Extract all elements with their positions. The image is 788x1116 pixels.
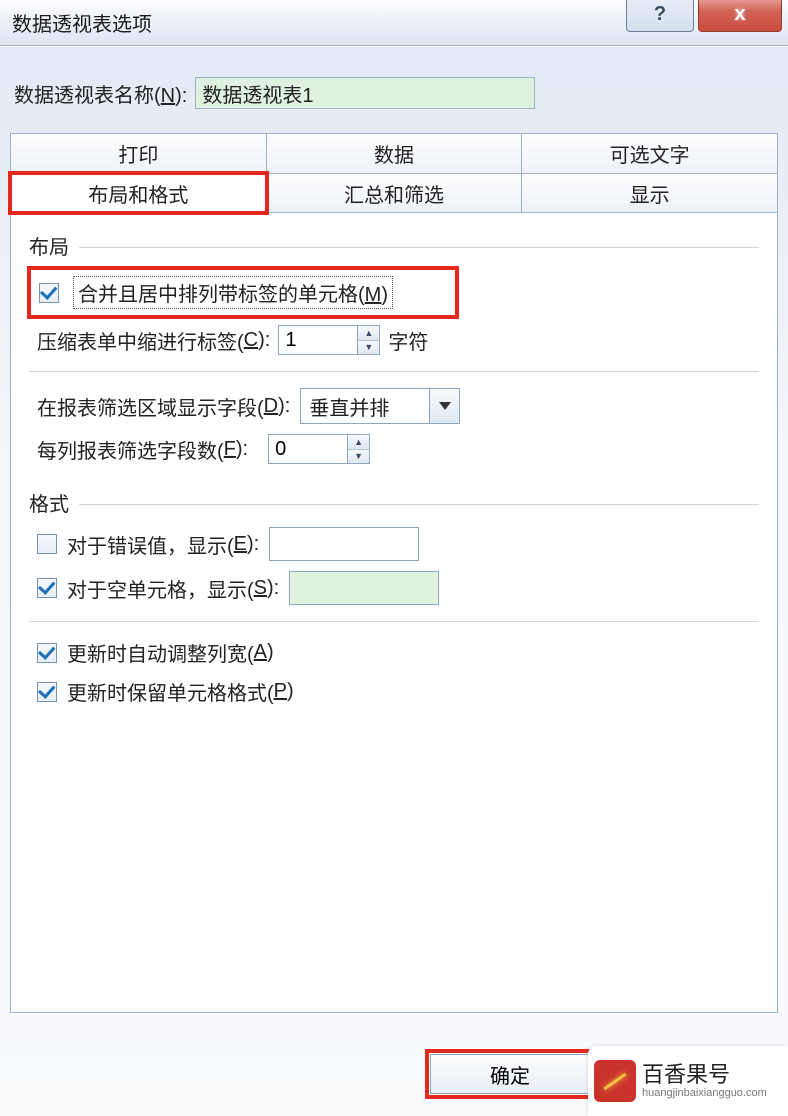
fields-per-col-spin-up[interactable]: ▲ [348, 435, 369, 450]
watermark-icon [594, 1060, 636, 1102]
tab-layout-format[interactable]: 布局和格式 [10, 173, 267, 213]
indent-spin-down[interactable]: ▼ [358, 341, 379, 355]
autofit-label: 更新时自动调整列宽(A) [67, 638, 274, 667]
chevron-down-icon[interactable] [430, 388, 460, 424]
close-icon: x [734, 3, 745, 26]
watermark-url: huangjinbaixiangguo.com [642, 1087, 767, 1099]
error-show-label: 对于错误值，显示(E): [67, 530, 259, 559]
preserve-fmt-label: 更新时保留单元格格式(P) [67, 677, 294, 706]
ok-button[interactable]: 确定 [430, 1054, 590, 1094]
fields-display-value: 垂直并排 [300, 388, 430, 424]
indent-input[interactable] [278, 325, 358, 355]
error-show-checkbox[interactable] [37, 534, 57, 554]
group-layout-label: 布局 [29, 231, 759, 260]
preserve-fmt-checkbox[interactable] [37, 682, 57, 702]
tab-data[interactable]: 数据 [266, 133, 523, 173]
indent-row: 压缩表单中缩进行标签(C): ▲ ▼ 字符 [37, 325, 759, 355]
indent-label: 压缩表单中缩进行标签(C): [37, 326, 270, 355]
tabs-row-2: 布局和格式 汇总和筛选 显示 [10, 173, 778, 213]
tab-panel-layout-format: 布局 合并且居中排列带标签的单元格(M) 压缩表单中缩进行标签(C): ▲ [10, 213, 778, 1013]
fields-display-label: 在报表筛选区域显示字段(D): [37, 392, 290, 421]
tab-totals-filters[interactable]: 汇总和筛选 [266, 173, 523, 213]
indent-spinner: ▲ ▼ [278, 325, 380, 355]
help-button[interactable]: ? [626, 0, 694, 32]
separator-2 [29, 621, 759, 622]
error-show-input[interactable] [269, 527, 419, 561]
indent-spin-up[interactable]: ▲ [358, 326, 379, 341]
fields-per-col-spinner-buttons: ▲ ▼ [348, 434, 370, 464]
dialog-title: 数据透视表选项 [12, 8, 152, 37]
merge-center-label: 合并且居中排列带标签的单元格(M) [73, 276, 393, 309]
fields-per-col-input[interactable] [268, 434, 348, 464]
close-button[interactable]: x [698, 0, 782, 32]
fields-display-dropdown[interactable]: 垂直并排 [300, 388, 460, 424]
fields-display-row: 在报表筛选区域显示字段(D): 垂直并排 [37, 388, 759, 424]
window-controls: ? x [626, 0, 788, 32]
fields-per-col-spinner: ▲ ▼ [268, 434, 370, 464]
preserve-fmt-row: 更新时保留单元格格式(P) [37, 677, 759, 706]
indent-spinner-buttons: ▲ ▼ [358, 325, 380, 355]
empty-show-checkbox[interactable] [37, 578, 57, 598]
fields-per-col-spin-down[interactable]: ▼ [348, 450, 369, 464]
autofit-checkbox[interactable] [37, 643, 57, 663]
empty-show-input[interactable] [289, 571, 439, 605]
tabs-row-1: 打印 数据 可选文字 [10, 133, 778, 173]
autofit-row: 更新时自动调整列宽(A) [37, 638, 759, 667]
empty-show-label: 对于空单元格，显示(S): [67, 574, 279, 603]
pivot-name-input[interactable] [195, 77, 535, 109]
watermark-text: 百香果号 huangjinbaixiangguo.com [642, 1063, 767, 1099]
tab-display[interactable]: 显示 [521, 173, 778, 213]
separator [29, 371, 759, 372]
watermark-cn: 百香果号 [642, 1063, 767, 1087]
merge-center-row: 合并且居中排列带标签的单元格(M) [31, 270, 759, 315]
pivot-name-row: 数据透视表名称(N): [14, 77, 778, 109]
pivot-name-label: 数据透视表名称(N): [14, 79, 187, 108]
titlebar: 数据透视表选项 ? x [0, 0, 788, 46]
group-format-label: 格式 [29, 488, 759, 517]
merge-center-checkbox[interactable] [39, 283, 59, 303]
watermark: 百香果号 huangjinbaixiangguo.com [588, 1046, 788, 1116]
indent-suffix: 字符 [388, 326, 428, 355]
fields-per-col-row: 每列报表筛选字段数(F): ▲ ▼ [37, 434, 759, 464]
tab-alttext[interactable]: 可选文字 [521, 133, 778, 173]
fields-per-col-label: 每列报表筛选字段数(F): [37, 435, 248, 464]
dialog-body: 数据透视表名称(N): 打印 数据 可选文字 布局和格式 汇总和筛选 显示 布局 [0, 46, 788, 1116]
tabs-container: 打印 数据 可选文字 布局和格式 汇总和筛选 显示 布局 合并且居中排列带标签的… [10, 133, 778, 1013]
tab-print[interactable]: 打印 [10, 133, 267, 173]
empty-show-row: 对于空单元格，显示(S): [37, 571, 759, 605]
error-show-row: 对于错误值，显示(E): [37, 527, 759, 561]
help-icon: ? [654, 3, 666, 26]
